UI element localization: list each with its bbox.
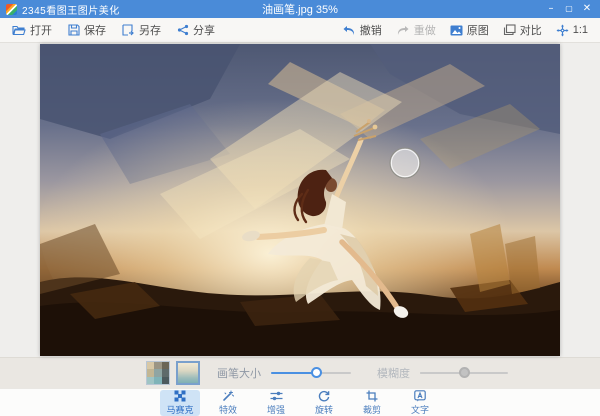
- share-icon: [177, 24, 189, 36]
- mosaic-icon: [174, 390, 186, 402]
- tab-crop[interactable]: 裁剪: [352, 390, 392, 416]
- window-controls: – ▢ ✕: [543, 2, 600, 16]
- picture-icon: [450, 25, 463, 36]
- mosaic-style-blur-thumbnail[interactable]: [176, 361, 200, 385]
- brush-size-label: 画笔大小: [217, 365, 261, 381]
- slider-handle[interactable]: [311, 367, 322, 378]
- compare-icon: [503, 24, 516, 36]
- main-toolbar: 打开 保存 另存 分享 撤销 重做 原图 对比 1:1: [0, 18, 600, 43]
- magic-wand-icon: [222, 390, 234, 402]
- crop-icon: [366, 390, 378, 402]
- save-button[interactable]: 保存: [68, 22, 106, 38]
- tool-options-panel: 画笔大小 模糊度: [0, 357, 600, 388]
- slider-handle[interactable]: [459, 367, 470, 378]
- folder-open-icon: [12, 24, 26, 36]
- minimize-button[interactable]: –: [543, 2, 559, 16]
- redo-icon: [396, 25, 410, 36]
- mosaic-style-pixel-thumbnail[interactable]: [147, 362, 169, 384]
- tab-effects[interactable]: 特效: [208, 390, 248, 416]
- zoom-one-to-one-button[interactable]: 1:1: [556, 24, 588, 37]
- move-arrows-icon: [556, 24, 569, 37]
- tab-mosaic[interactable]: 马赛克: [160, 390, 200, 416]
- rotate-icon: [318, 390, 330, 402]
- edit-mode-tabbar: 马赛克 特效 增强 旋转 裁剪 文字: [0, 388, 600, 416]
- workspace: [0, 43, 600, 357]
- undo-icon: [342, 25, 356, 36]
- toolbar-right-group: 撤销 重做 原图 对比 1:1: [328, 22, 588, 38]
- brush-size-slider[interactable]: [271, 367, 351, 379]
- tab-enhance[interactable]: 增强: [256, 390, 296, 416]
- save-as-button[interactable]: 另存: [122, 22, 161, 38]
- tune-sliders-icon: [270, 390, 283, 402]
- save-icon: [68, 24, 80, 36]
- blur-amount-label: 模糊度: [377, 365, 410, 381]
- oil-painting-image: [40, 44, 560, 356]
- share-button[interactable]: 分享: [177, 22, 215, 38]
- original-image-button[interactable]: 原图: [450, 22, 489, 38]
- tab-rotate[interactable]: 旋转: [304, 390, 344, 416]
- save-as-icon: [122, 24, 135, 36]
- redo-button[interactable]: 重做: [396, 22, 436, 38]
- tab-text[interactable]: 文字: [400, 390, 440, 416]
- close-button[interactable]: ✕: [579, 2, 595, 16]
- compare-button[interactable]: 对比: [503, 22, 542, 38]
- blur-amount-slider[interactable]: [420, 367, 508, 379]
- photo-canvas[interactable]: [40, 44, 560, 356]
- document-title: 油画笔.jpg 35%: [0, 1, 600, 17]
- open-button[interactable]: 打开: [12, 22, 52, 38]
- undo-button[interactable]: 撤销: [342, 22, 382, 38]
- text-icon: [414, 390, 426, 402]
- maximize-button[interactable]: ▢: [561, 2, 577, 16]
- title-bar: 2345看图王图片美化 油画笔.jpg 35% – ▢ ✕: [0, 0, 600, 18]
